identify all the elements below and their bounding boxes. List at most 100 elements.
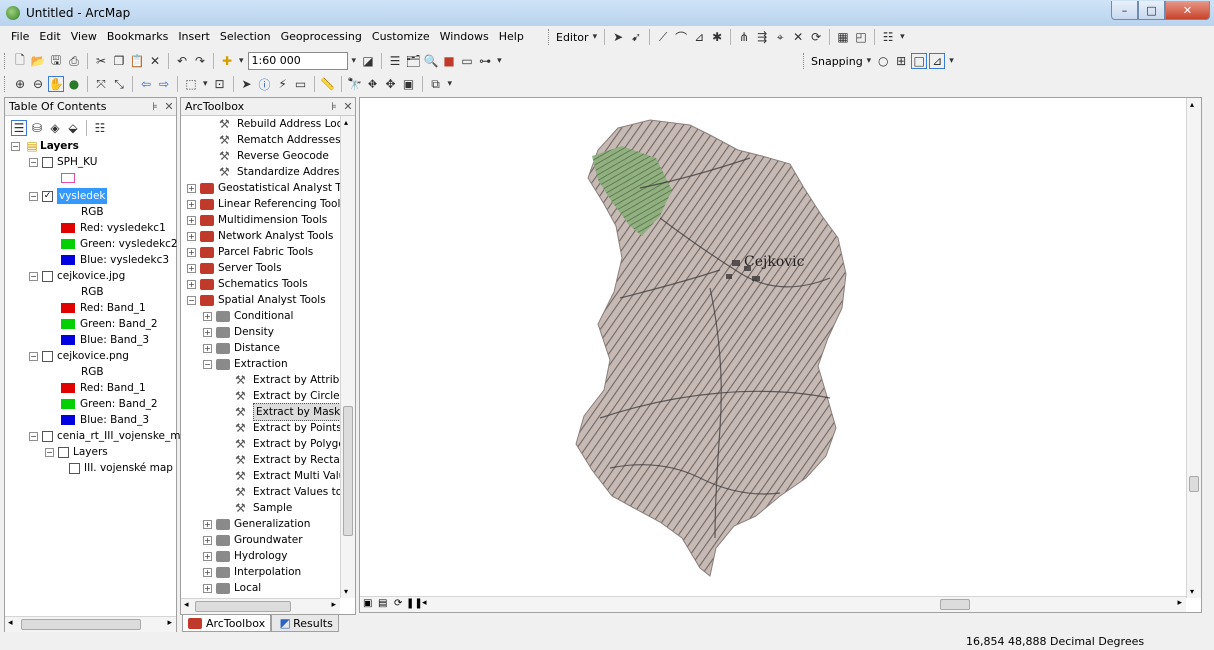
- scroll-thumb[interactable]: [21, 619, 141, 630]
- blue-swatch[interactable]: [61, 335, 75, 345]
- toolset-local[interactable]: + Local: [203, 580, 261, 596]
- undo-icon[interactable]: ↶: [174, 53, 190, 69]
- expand-icon[interactable]: +: [203, 519, 212, 529]
- list-by-visibility-icon[interactable]: ◈: [47, 120, 63, 136]
- select-features-icon[interactable]: ⬚: [183, 76, 199, 92]
- expand-icon[interactable]: +: [203, 583, 212, 593]
- forward-arrow-icon[interactable]: ⇨: [156, 76, 172, 92]
- find-binoculars-icon[interactable]: 🔭: [347, 76, 363, 92]
- toolset-interpolation[interactable]: + Interpolation: [203, 564, 301, 580]
- collapse-icon[interactable]: −: [29, 271, 38, 281]
- scroll-left-icon[interactable]: ◂: [184, 600, 189, 610]
- expand-icon[interactable]: +: [187, 183, 196, 193]
- toolbox-horizontal-scrollbar[interactable]: ◂ ▸: [181, 598, 340, 614]
- green-swatch[interactable]: [61, 399, 75, 409]
- visibility-checkbox[interactable]: [42, 350, 53, 362]
- tool-rematch-addresses[interactable]: ⚒ Rematch Addresses: [219, 132, 341, 148]
- pin-icon[interactable]: ⊧: [148, 100, 162, 113]
- minimize-button[interactable]: –: [1111, 1, 1138, 20]
- edit-annotation-icon[interactable]: ➹: [628, 29, 644, 45]
- toc-row-cenia[interactable]: − cenia_rt_III_vojenske_m: [29, 428, 181, 444]
- scroll-down-icon[interactable]: ▾: [1190, 587, 1194, 596]
- refresh-icon[interactable]: ⟳: [394, 598, 402, 609]
- editor-dropdown[interactable]: Editor: [556, 31, 589, 44]
- edge-snapping-icon[interactable]: ⊿: [929, 53, 946, 69]
- tool-extract-by-rectangle[interactable]: ⚒ Extract by Rectang: [235, 452, 353, 468]
- expand-icon[interactable]: +: [187, 279, 196, 289]
- toc-row-vysledek[interactable]: − ✓ vysledek: [29, 188, 108, 204]
- fixed-zoom-out-icon[interactable]: ⤡: [111, 76, 127, 92]
- green-swatch[interactable]: [61, 239, 75, 249]
- pin-icon[interactable]: ⊧: [327, 100, 341, 113]
- copy-icon[interactable]: ❐: [111, 53, 127, 69]
- toolset-generalization[interactable]: + Generalization: [203, 516, 310, 532]
- toc-row-cejkovice-png[interactable]: − cejkovice.png: [29, 348, 129, 364]
- python-window-icon[interactable]: ▭: [459, 53, 475, 69]
- list-by-selection-icon[interactable]: ⬙: [65, 120, 81, 136]
- vertex-snapping-icon[interactable]: □: [911, 53, 928, 69]
- tool-sample[interactable]: ⚒ Sample: [235, 500, 292, 516]
- visibility-checkbox[interactable]: [42, 270, 53, 282]
- save-icon[interactable]: 🖫: [48, 53, 64, 69]
- scroll-thumb[interactable]: [940, 599, 970, 610]
- collapse-icon[interactable]: −: [45, 447, 54, 457]
- toolset-hydrology[interactable]: + Hydrology: [203, 548, 288, 564]
- blue-swatch[interactable]: [61, 255, 75, 265]
- toolbar-options-icon[interactable]: ▾: [900, 32, 905, 42]
- toc-row-layers[interactable]: − ▤ Layers: [11, 138, 79, 154]
- identify-icon[interactable]: ⓘ: [257, 76, 273, 92]
- toc-row-sublayers[interactable]: − Layers: [45, 444, 108, 460]
- pause-drawing-icon[interactable]: ❚❚: [406, 598, 423, 609]
- search-window-icon[interactable]: 🔍: [423, 53, 439, 69]
- polygon-symbol-swatch[interactable]: [61, 173, 75, 183]
- sketch-properties-icon[interactable]: ◰: [853, 29, 869, 45]
- redo-icon[interactable]: ↷: [192, 53, 208, 69]
- expand-icon[interactable]: +: [187, 215, 196, 225]
- fixed-zoom-in-icon[interactable]: ⤧: [93, 76, 109, 92]
- arctoolbox-icon[interactable]: ■: [441, 53, 457, 69]
- close-icon[interactable]: ✕: [341, 100, 355, 113]
- expand-icon[interactable]: +: [203, 551, 212, 561]
- scroll-thumb[interactable]: [195, 601, 291, 612]
- print-icon[interactable]: ⎙: [66, 53, 82, 69]
- pan-hand-icon[interactable]: ✋: [48, 76, 64, 92]
- end-snapping-icon[interactable]: ⊞: [893, 53, 909, 69]
- tool-extract-by-attributes[interactable]: ⚒ Extract by Attribut: [235, 372, 350, 388]
- edit-tool-icon[interactable]: ➤: [610, 29, 626, 45]
- toolbox-parcel-fabric[interactable]: + Parcel Fabric Tools: [187, 244, 313, 260]
- scroll-up-icon[interactable]: ▴: [344, 118, 348, 127]
- toc-row-vojenske-mapa[interactable]: III. vojenské map: [69, 460, 173, 476]
- visibility-checkbox[interactable]: ✓: [42, 190, 53, 202]
- reshape-icon[interactable]: ⇶: [754, 29, 770, 45]
- expand-icon[interactable]: +: [203, 535, 212, 545]
- toolbox-spatial-analyst[interactable]: − Spatial Analyst Tools: [187, 292, 326, 308]
- tool-extract-by-points[interactable]: ⚒ Extract by Points: [235, 420, 342, 436]
- tool-standardize-addresses[interactable]: ⚒ Standardize Addresses: [219, 164, 355, 180]
- expand-icon[interactable]: +: [187, 247, 196, 257]
- straight-segment-icon[interactable]: ⟋: [655, 29, 671, 45]
- map-vertical-scrollbar[interactable]: ▴ ▾: [1186, 98, 1201, 598]
- red-swatch[interactable]: [61, 303, 75, 313]
- measure-icon[interactable]: 📏: [320, 76, 336, 92]
- zoom-out-icon[interactable]: ⊖: [30, 76, 46, 92]
- toolset-distance[interactable]: + Distance: [203, 340, 280, 356]
- toolset-density[interactable]: + Density: [203, 324, 274, 340]
- edit-vertices-icon[interactable]: ⋔: [736, 29, 752, 45]
- menu-customize[interactable]: Customize: [367, 26, 435, 48]
- rotate-icon[interactable]: ⟳: [808, 29, 824, 45]
- create-features-icon[interactable]: ☷: [880, 29, 896, 45]
- table-of-contents-icon[interactable]: ☰: [387, 53, 403, 69]
- scroll-up-icon[interactable]: ▴: [1190, 100, 1194, 109]
- delete-icon[interactable]: ✕: [147, 53, 163, 69]
- toolbox-schematics[interactable]: + Schematics Tools: [187, 276, 308, 292]
- tool-reverse-geocode[interactable]: ⚒ Reverse Geocode: [219, 148, 329, 164]
- maximize-button[interactable]: □: [1138, 1, 1165, 20]
- toolbar-options-icon[interactable]: ▾: [949, 56, 954, 66]
- split-icon[interactable]: ✕: [790, 29, 806, 45]
- toolbox-linear-referencing[interactable]: + Linear Referencing Tools: [187, 196, 346, 212]
- end-point-arc-icon[interactable]: ⌒: [673, 29, 689, 45]
- close-button[interactable]: ✕: [1165, 1, 1210, 20]
- red-swatch[interactable]: [61, 383, 75, 393]
- toc-row-sph-ku[interactable]: − SPH_KU: [29, 154, 97, 170]
- collapse-icon[interactable]: −: [187, 295, 196, 305]
